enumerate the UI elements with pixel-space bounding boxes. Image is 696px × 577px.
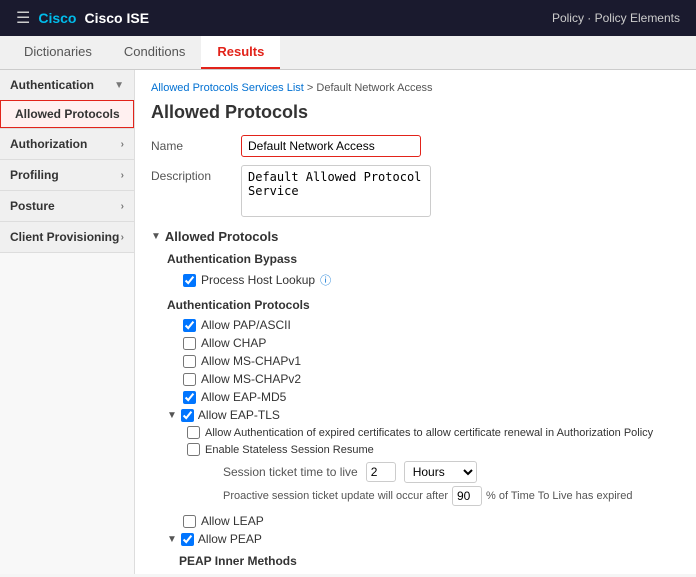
tab-dictionaries[interactable]: Dictionaries (8, 36, 108, 69)
sidebar-section-label-profiling: Profiling (10, 168, 59, 182)
sidebar-section-client-provisioning: Client Provisioning › (0, 222, 134, 253)
eap-tls-options: Allow Authentication of expired certific… (151, 424, 680, 506)
allow-leap-row: Allow LEAP (151, 512, 680, 530)
sidebar-section-arrow-authentication: ▼ (114, 80, 124, 91)
sidebar-section-header-authentication[interactable]: Authentication ▼ (0, 70, 134, 100)
allow-eap-tls-checkbox[interactable] (181, 409, 194, 422)
proactive-text-row: Proactive session ticket update will occ… (187, 486, 680, 506)
proactive-text-2: % of Time To Live has expired (486, 490, 633, 502)
sidebar-section-arrow-client-provisioning: › (121, 232, 124, 243)
sidebar-section-label-posture: Posture (10, 199, 55, 213)
breadcrumb-separator: > (307, 82, 313, 94)
breadcrumb: Allowed Protocols Services List > Defaul… (151, 82, 680, 94)
sidebar-section-label-authorization: Authorization (10, 137, 87, 151)
peap-expand-arrow[interactable]: ▼ (167, 534, 177, 545)
sidebar-section-authorization: Authorization › (0, 129, 134, 160)
eap-tls-stateless-label[interactable]: Enable Stateless Session Resume (205, 444, 374, 456)
allow-eap-tls-outer-row: ▼ Allow EAP-TLS (151, 406, 680, 424)
allowed-protocols-section-title: Allowed Protocols (165, 229, 278, 244)
allow-chap-label[interactable]: Allow CHAP (201, 336, 266, 350)
sidebar-item-allowed-protocols[interactable]: Allowed Protocols (0, 100, 134, 128)
cisco-logo: Cisco (38, 10, 76, 26)
sidebar-section-arrow-profiling: › (121, 170, 124, 181)
description-textarea[interactable]: Default Allowed Protocol Service (241, 165, 431, 217)
allow-ms-chapv1-label[interactable]: Allow MS-CHAPv1 (201, 354, 301, 368)
main-layout: Authentication ▼ Allowed Protocols Autho… (0, 70, 696, 574)
eap-tls-allow-auth-expired-checkbox[interactable] (187, 426, 200, 439)
sidebar-section-posture: Posture › (0, 191, 134, 222)
allow-ms-chapv2-label[interactable]: Allow MS-CHAPv2 (201, 372, 301, 386)
session-ticket-unit-select[interactable]: Hours Minutes (404, 461, 477, 483)
breadcrumb-link[interactable]: Allowed Protocols Services List (151, 82, 304, 94)
page-title: Allowed Protocols (151, 102, 680, 123)
sidebar-section-arrow-posture: › (121, 201, 124, 212)
sidebar-section-header-profiling[interactable]: Profiling › (0, 160, 134, 190)
session-ticket-value-input[interactable] (366, 462, 396, 482)
allow-chap-row: Allow CHAP (151, 334, 680, 352)
sidebar-section-label-client-provisioning: Client Provisioning (10, 230, 119, 244)
hamburger-icon[interactable]: ☰ (16, 8, 30, 28)
tab-results[interactable]: Results (201, 36, 280, 69)
process-host-lookup-info-icon[interactable]: ⓘ (320, 272, 331, 288)
eap-tls-stateless-row: Enable Stateless Session Resume (187, 441, 680, 458)
allow-eap-md5-row: Allow EAP-MD5 (151, 388, 680, 406)
sidebar-section-label-authentication: Authentication (10, 78, 94, 92)
allow-ms-chapv1-row: Allow MS-CHAPv1 (151, 352, 680, 370)
allow-leap-label[interactable]: Allow LEAP (201, 514, 264, 528)
sidebar: Authentication ▼ Allowed Protocols Autho… (0, 70, 135, 574)
eap-tls-expand-arrow[interactable]: ▼ (167, 410, 177, 421)
allowed-protocols-section-header: ▼ Allowed Protocols (151, 229, 680, 244)
session-ticket-row: Session ticket time to live Hours Minute… (187, 458, 680, 486)
breadcrumb-current: Default Network Access (316, 82, 432, 94)
peap-inner-methods-title: PEAP Inner Methods (179, 554, 680, 568)
proactive-value-input[interactable] (452, 486, 482, 506)
allow-eap-md5-checkbox[interactable] (183, 391, 196, 404)
allow-peap-checkbox[interactable] (181, 533, 194, 546)
eap-tls-allow-auth-expired-label[interactable]: Allow Authentication of expired certific… (205, 427, 653, 439)
name-label: Name (151, 135, 241, 153)
auth-protocols-title: Authentication Protocols (167, 298, 680, 312)
sidebar-section-profiling: Profiling › (0, 160, 134, 191)
allow-peap-label[interactable]: Allow PEAP (198, 532, 262, 546)
content-area: Allowed Protocols Services List > Defaul… (135, 70, 696, 574)
allow-pap-ascii-label[interactable]: Allow PAP/ASCII (201, 318, 291, 332)
allow-eap-md5-label[interactable]: Allow EAP-MD5 (201, 390, 286, 404)
session-ticket-label: Session ticket time to live (223, 465, 358, 479)
allow-pap-ascii-row: Allow PAP/ASCII (151, 316, 680, 334)
allow-ms-chapv2-checkbox[interactable] (183, 373, 196, 386)
top-nav-left: ☰ Cisco Cisco ISE (16, 8, 149, 28)
proactive-text-1: Proactive session ticket update will occ… (223, 490, 448, 502)
tab-conditions[interactable]: Conditions (108, 36, 201, 69)
allow-ms-chapv2-row: Allow MS-CHAPv2 (151, 370, 680, 388)
allow-ms-chapv1-checkbox[interactable] (183, 355, 196, 368)
name-input[interactable] (241, 135, 421, 157)
eap-tls-stateless-checkbox[interactable] (187, 443, 200, 456)
peap-eap-ms-chapv2-row: Allow EAP-MS-CHAPv2 (179, 572, 680, 574)
allow-leap-checkbox[interactable] (183, 515, 196, 528)
peap-inner-section: PEAP Inner Methods Allow EAP-MS-CHAPv2 A… (151, 554, 680, 574)
top-nav: ☰ Cisco Cisco ISE Policy · Policy Elemen… (0, 0, 696, 36)
app-name: Cisco ISE (84, 10, 149, 26)
top-nav-breadcrumb: Policy · Policy Elements (552, 11, 680, 25)
description-label: Description (151, 165, 241, 183)
description-field-row: Description Default Allowed Protocol Ser… (151, 165, 680, 217)
allow-chap-checkbox[interactable] (183, 337, 196, 350)
tab-bar: Dictionaries Conditions Results (0, 36, 696, 70)
process-host-lookup-label[interactable]: Process Host Lookup (201, 273, 315, 287)
allow-peap-outer-row: ▼ Allow PEAP (151, 530, 680, 548)
sidebar-section-header-authorization[interactable]: Authorization › (0, 129, 134, 159)
eap-tls-allow-auth-expired-row: Allow Authentication of expired certific… (187, 424, 680, 441)
sidebar-section-header-client-provisioning[interactable]: Client Provisioning › (0, 222, 134, 252)
sidebar-section-header-posture[interactable]: Posture › (0, 191, 134, 221)
sidebar-section-arrow-authorization: › (121, 139, 124, 150)
process-host-lookup-row: Process Host Lookup ⓘ (151, 270, 680, 290)
process-host-lookup-checkbox[interactable] (183, 274, 196, 287)
allow-eap-tls-label[interactable]: Allow EAP-TLS (198, 408, 280, 422)
sidebar-section-authentication: Authentication ▼ Allowed Protocols (0, 70, 134, 129)
allow-pap-ascii-checkbox[interactable] (183, 319, 196, 332)
name-field-row: Name (151, 135, 680, 157)
allowed-protocols-collapse-arrow[interactable]: ▼ (151, 231, 161, 242)
auth-bypass-title: Authentication Bypass (167, 252, 680, 266)
